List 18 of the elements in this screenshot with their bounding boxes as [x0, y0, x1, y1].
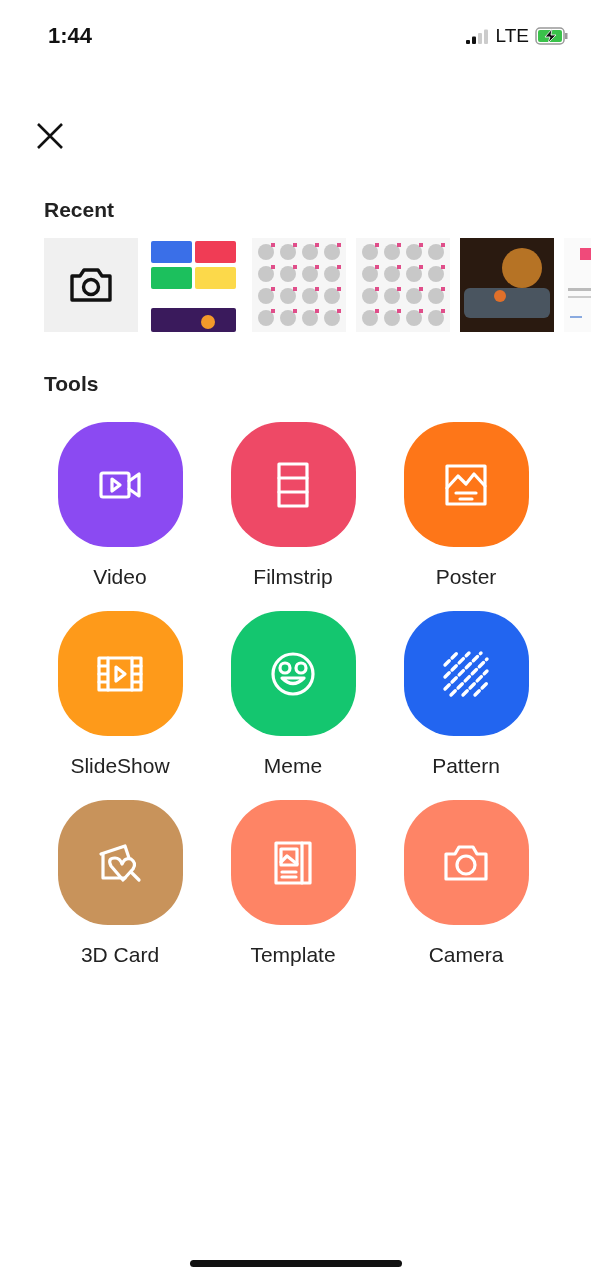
- section-title: Recent: [43, 198, 116, 222]
- tool-button[interactable]: Meme: [206, 611, 380, 778]
- tool-button[interactable]: Poster: [379, 422, 553, 589]
- tool-button[interactable]: SlideShow: [33, 611, 207, 778]
- status-time: 1:44: [48, 23, 93, 49]
- tool-button[interactable]: Video: [33, 422, 207, 589]
- signal-icon: [465, 28, 490, 44]
- tool-button[interactable]: Camera: [379, 800, 553, 967]
- tool-button[interactable]: Pattern: [379, 611, 553, 778]
- pattern-icon: [441, 648, 491, 699]
- camera-tile[interactable]: [44, 238, 138, 332]
- tool-button[interactable]: Filmstrip: [206, 422, 380, 589]
- tool-button[interactable]: Template: [206, 800, 380, 967]
- photo-placeholder[interactable]: [460, 238, 554, 332]
- network-label: LTE: [495, 25, 529, 47]
- section-title: Tools: [43, 372, 100, 396]
- tool-button[interactable]: 3D Card: [33, 800, 207, 967]
- camera-icon: [70, 267, 112, 303]
